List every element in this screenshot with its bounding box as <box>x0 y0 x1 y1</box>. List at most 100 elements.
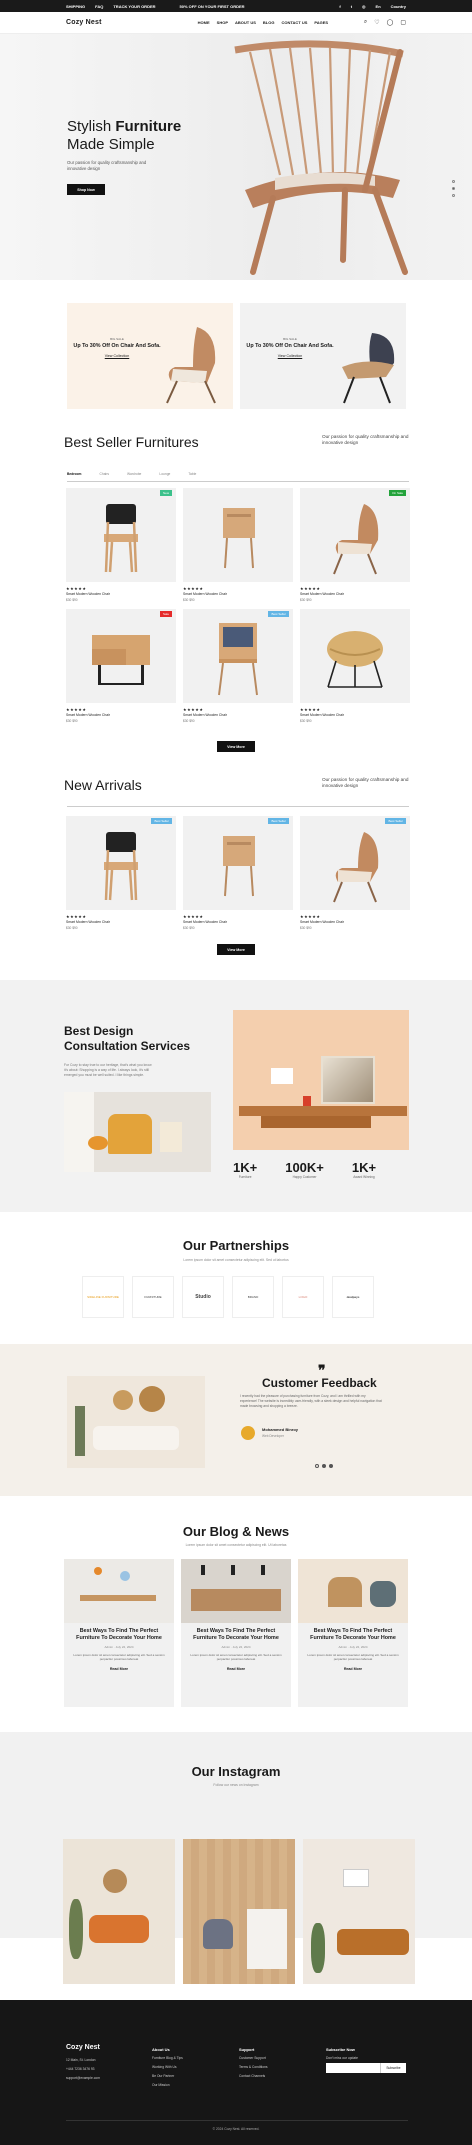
instagram-grid <box>63 1839 415 1984</box>
footer-link[interactable]: Customer Support <box>239 2054 268 2063</box>
instagram-photo[interactable] <box>303 1839 415 1984</box>
instagram-photo[interactable] <box>183 1839 295 1984</box>
read-more-link[interactable]: Read More <box>298 1667 408 1671</box>
product-price: $30 $90 <box>66 719 78 723</box>
footer-subscribe: Subscribe Now Don't miss our update <box>326 2045 358 2063</box>
product-card[interactable]: Best Seller ★★★★★ Smart Modern Wooden Ch… <box>300 816 410 930</box>
footer-logo[interactable]: Cozy Nest <box>66 2044 100 2051</box>
main-nav: Cozy Nest HOME SHOP ABOUT US BLOG CONTAC… <box>0 12 472 34</box>
email-field[interactable] <box>326 2063 380 2073</box>
product-name[interactable]: Smart Modern Wooden Chair <box>183 713 293 717</box>
faq-link[interactable]: FAQ <box>95 4 103 9</box>
view-collection-link[interactable]: View Collection <box>240 354 340 358</box>
instagram-photo[interactable] <box>63 1839 175 1984</box>
shop-now-button[interactable]: Shop Now <box>67 184 105 195</box>
footer-link[interactable]: Our Mission <box>152 2081 183 2090</box>
nav-blog[interactable]: BLOG <box>263 20 275 25</box>
product-card[interactable]: ★★★★★ Smart Modern Wooden Chair $30 $90 <box>300 609 410 723</box>
tab-wardrobe[interactable]: Wardrobe <box>127 472 141 476</box>
rating-stars: ★★★★★ <box>183 914 204 919</box>
nav-about[interactable]: ABOUT US <box>235 20 256 25</box>
read-more-link[interactable]: Read More <box>64 1667 174 1671</box>
tab-bedroom[interactable]: Bedroom <box>67 472 81 476</box>
blog-card[interactable]: Best Ways To Find The Perfect Furniture … <box>181 1559 291 1707</box>
blog-post-title[interactable]: Best Ways To Find The Perfect Furniture … <box>298 1623 408 1642</box>
tab-lounge[interactable]: Lounge <box>159 472 170 476</box>
subscribe-form: Subscribe <box>326 2063 406 2073</box>
product-name[interactable]: Smart Modern Wooden Chair <box>300 713 410 717</box>
footer-link[interactable]: Terms & Conditions <box>239 2063 268 2072</box>
instagram-icon[interactable]: ◎ <box>362 4 366 9</box>
footer-support: Support Customer Support Terms & Conditi… <box>239 2045 268 2081</box>
footer-link[interactable]: Working With Us <box>152 2063 183 2072</box>
blog-card[interactable]: Best Ways To Find The Perfect Furniture … <box>298 1559 408 1707</box>
country-select[interactable]: Country <box>391 4 406 9</box>
product-card[interactable]: Best Seller ★★★★★ Smart Modern Wooden Ch… <box>183 609 293 723</box>
nav-shop[interactable]: SHOP <box>217 20 228 25</box>
product-name[interactable]: Smart Modern Wooden Chair <box>300 592 410 596</box>
product-card[interactable]: On Sale ★★★★★ Smart Modern Wooden Chair … <box>300 488 410 602</box>
partner-logo[interactable]: dealpays <box>332 1276 374 1318</box>
track-order-link[interactable]: TRACK YOUR ORDER <box>113 4 155 9</box>
footer-contact: 12 Main, St. London +444 7236 3476 93 su… <box>66 2056 100 2083</box>
partner-logo[interactable]: BRAND <box>232 1276 274 1318</box>
blog-card[interactable]: Best Ways To Find The Perfect Furniture … <box>64 1559 174 1707</box>
nav-contact[interactable]: CONTACT US <box>281 20 307 25</box>
feedback-slider-dots[interactable] <box>315 1464 333 1468</box>
product-card[interactable]: Best Seller ★★★★★ Smart Modern Wooden Ch… <box>183 816 293 930</box>
shipping-link[interactable]: SHIPPING <box>66 4 85 9</box>
wishlist-icon[interactable]: ♡ <box>374 19 379 26</box>
feedback-photo <box>67 1376 205 1468</box>
footer-link[interactable]: Contact Channels <box>239 2072 268 2081</box>
product-card[interactable]: Best Seller ★★★★★ Smart Modern Wooden Ch… <box>66 816 176 930</box>
blog-excerpt: Lorem ipsum dolor sit amet consectetur a… <box>190 1653 282 1662</box>
product-name[interactable]: Smart Modern Wooden Chair <box>66 920 176 924</box>
nav-home[interactable]: HOME <box>198 20 210 25</box>
tab-table[interactable]: Table <box>188 472 196 476</box>
product-name[interactable]: Smart Modern Wooden Chair <box>300 920 410 924</box>
product-name[interactable]: Smart Modern Wooden Chair <box>183 920 293 924</box>
nav-pages[interactable]: PAGES <box>314 20 328 25</box>
blog-image <box>181 1559 291 1623</box>
view-more-button[interactable]: View More <box>217 944 255 955</box>
product-card[interactable]: Sale ★★★★★ Smart Modern Wooden Chair $30… <box>66 609 176 723</box>
product-image <box>92 635 150 685</box>
subscribe-button[interactable]: Subscribe <box>380 2063 406 2073</box>
product-name[interactable]: Smart Modern Wooden Chair <box>66 592 176 596</box>
hero-slider-dots[interactable] <box>452 180 455 197</box>
partner-logo[interactable]: LOGO <box>282 1276 324 1318</box>
rating-stars: ★★★★★ <box>66 586 87 591</box>
footer-link[interactable]: Furniture Blog & Tips <box>152 2054 183 2063</box>
footer-phone[interactable]: +444 7236 3476 93 <box>66 2065 100 2074</box>
reviewer-role: Web Developer <box>262 1434 284 1438</box>
product-card[interactable]: New ★★★★★ Smart Modern Wooden Chair $30 … <box>66 488 176 602</box>
product-price: $30 $90 <box>183 719 195 723</box>
site-logo[interactable]: Cozy Nest <box>66 19 102 26</box>
cart-icon[interactable]: ▢ <box>400 19 406 26</box>
product-name[interactable]: Smart Modern Wooden Chair <box>66 713 176 717</box>
blog-post-title[interactable]: Best Ways To Find The Perfect Furniture … <box>181 1623 291 1642</box>
product-name[interactable]: Smart Modern Wooden Chair <box>183 592 293 596</box>
user-icon[interactable]: ◯ <box>387 19 394 26</box>
offer-card[interactable]: BIG SALE Up To 30% Off On Chair And Sofa.… <box>240 303 406 409</box>
tab-chairs[interactable]: Chairs <box>99 472 109 476</box>
facebook-icon[interactable]: f <box>339 4 340 9</box>
search-icon[interactable]: ⌕ <box>364 19 367 26</box>
product-card[interactable]: ★★★★★ Smart Modern Wooden Chair $30 $90 <box>183 488 293 602</box>
language-select[interactable]: En <box>376 4 381 9</box>
product-image <box>327 631 383 688</box>
footer-link[interactable]: Be Our Partner <box>152 2072 183 2081</box>
footer-email[interactable]: support@example.com <box>66 2074 100 2083</box>
read-more-link[interactable]: Read More <box>181 1667 291 1671</box>
copyright: © 2024 Cozy Nest. All reserved. <box>212 2127 260 2131</box>
twitter-icon[interactable]: t <box>351 4 352 9</box>
rating-stars: ★★★★★ <box>300 914 321 919</box>
product-price: $30 $90 <box>183 598 195 602</box>
blog-post-title[interactable]: Best Ways To Find The Perfect Furniture … <box>64 1623 174 1642</box>
view-collection-link[interactable]: View Collection <box>67 354 167 358</box>
offer-card[interactable]: BIG SALE Up To 30% Off On Chair And Sofa.… <box>67 303 233 409</box>
partner-logo[interactable]: Studio <box>182 1276 224 1318</box>
partner-logo[interactable]: SIDELINE FURNITURE <box>82 1276 124 1318</box>
partner-logo[interactable]: FURNITURE <box>132 1276 174 1318</box>
view-more-button[interactable]: View More <box>217 741 255 752</box>
